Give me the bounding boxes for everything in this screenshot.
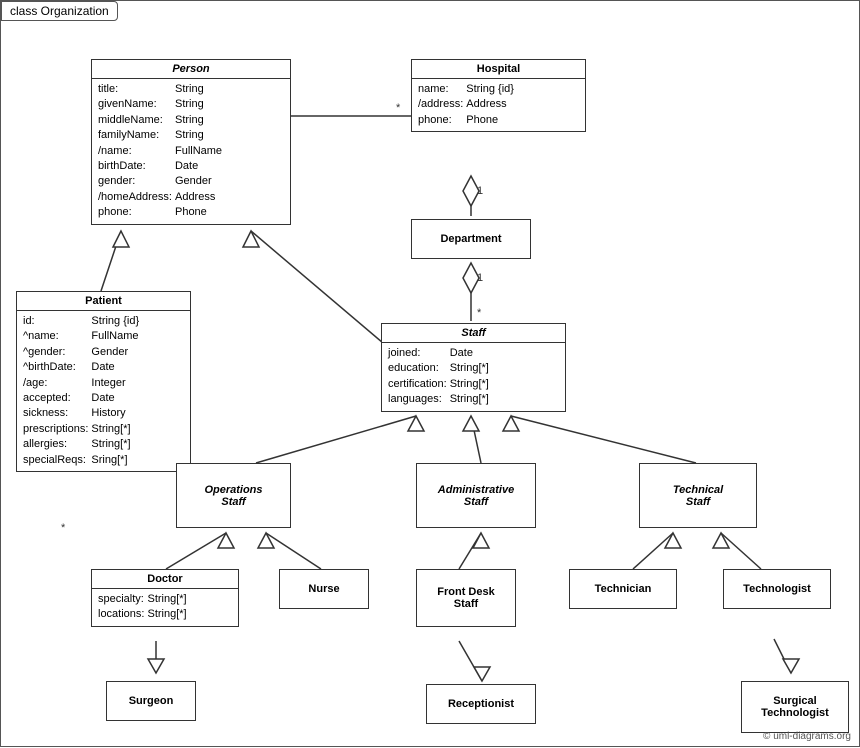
administrative-staff-class: Administrative Staff [416,463,536,528]
administrative-staff-label: Administrative Staff [438,484,514,508]
patient-attrs: id:String {id} ^name:FullName ^gender:Ge… [17,311,190,471]
operations-staff-label: Operations Staff [204,484,262,508]
nurse-label: Nurse [308,583,339,595]
hospital-class: Hospital name:String {id} /address:Addre… [411,59,586,132]
technical-staff-label: Technical Staff [673,484,723,508]
svg-text:1: 1 [477,272,483,284]
department-class: Department [411,219,531,259]
technician-label: Technician [595,583,652,595]
hospital-attrs: name:String {id} /address:Address phone:… [412,79,585,131]
surgeon-class: Surgeon [106,681,196,721]
copyright: © uml-diagrams.org [763,731,851,742]
svg-text:*: * [396,102,401,114]
front-desk-staff-label: Front Desk Staff [437,586,494,610]
receptionist-label: Receptionist [448,698,514,710]
front-desk-staff-class: Front Desk Staff [416,569,516,627]
doctor-attrs: specialty:String[*] locations:String[*] [92,589,238,626]
surgical-technologist-label: Surgical Technologist [761,695,829,719]
technologist-label: Technologist [743,583,811,595]
surgeon-label: Surgeon [129,695,174,707]
staff-header: Staff [382,324,565,343]
technician-class: Technician [569,569,677,609]
svg-text:1: 1 [477,185,483,197]
patient-header: Patient [17,292,190,311]
technical-staff-class: Technical Staff [639,463,757,528]
patient-class: Patient id:String {id} ^name:FullName ^g… [16,291,191,472]
doctor-class: Doctor specialty:String[*] locations:Str… [91,569,239,627]
operations-staff-class: Operations Staff [176,463,291,528]
person-class: Person title:String givenName:String mid… [91,59,291,225]
hospital-header: Hospital [412,60,585,79]
diagram-container: class Organization * * 1 * 1 * [0,0,860,747]
svg-text:*: * [61,522,66,534]
doctor-header: Doctor [92,570,238,589]
staff-attrs: joined:Date education:String[*] certific… [382,343,565,411]
person-header: Person [92,60,290,79]
department-label: Department [440,233,501,245]
technologist-class: Technologist [723,569,831,609]
diagram-title: class Organization [1,1,118,21]
person-attrs: title:String givenName:String middleName… [92,79,290,224]
surgical-technologist-class: Surgical Technologist [741,681,849,733]
svg-text:*: * [477,307,482,319]
receptionist-class: Receptionist [426,684,536,724]
nurse-class: Nurse [279,569,369,609]
staff-class: Staff joined:Date education:String[*] ce… [381,323,566,412]
